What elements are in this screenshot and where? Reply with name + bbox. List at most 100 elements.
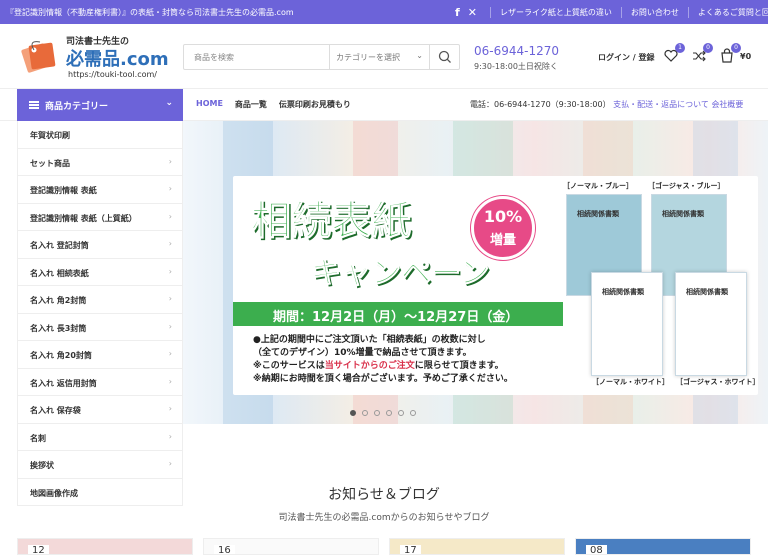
chevron-right-icon: › (168, 431, 172, 441)
banner-line3-b: に限らせて頂きます。 (414, 361, 504, 371)
sidebar-item[interactable]: 名入れ 長3封筒 › (18, 314, 182, 341)
nav-products[interactable]: 商品一覧 (235, 99, 267, 110)
news-card-date: 08 (586, 545, 607, 554)
sidebar-item[interactable]: 登記識別情報 表紙 › (18, 176, 182, 204)
news-card[interactable]: 12 (17, 538, 193, 555)
banner-line3: ※このサービスは当サイトからのご注文に限らせて頂きます。 (253, 358, 504, 371)
sidebar-item[interactable]: 名入れ 角20封筒 › (18, 341, 182, 369)
sidebar-item-label: 名入れ 登記封筒 (30, 241, 89, 250)
campaign-period: 期間：12月2日（月）～12月27日（金） (233, 302, 563, 326)
sidebar-item-label: 名入れ 長3封筒 (30, 323, 87, 333)
doc-gorgeous-white: 相続関係書類 ［ゴージャス・ホワイト］ (675, 272, 760, 386)
sidebar-item-label: セット商品 (30, 158, 70, 168)
wishlist-count: 1 (675, 43, 685, 53)
news-subtitle: 司法書士先生の必需品.comからのお知らせやブログ (278, 513, 490, 523)
top-link-contact[interactable]: お問い合わせ (620, 6, 688, 18)
news-card[interactable]: 08 (575, 538, 751, 555)
top-link-faq[interactable]: よくあるご質問と回答 (687, 6, 768, 18)
doc-label: ［ゴージャス・ブルー］ (648, 182, 725, 190)
slider-dot[interactable] (398, 410, 404, 416)
sidebar-item[interactable]: 名入れ 相続表紙 › (18, 259, 182, 286)
category-select-label: カテゴリーを選択 (336, 53, 400, 62)
compare-count: 0 (703, 43, 713, 53)
badge-word: 増量 (489, 233, 516, 248)
sidebar-item[interactable]: 登記識別情報 表紙（上質紙） › (18, 204, 182, 231)
doc-normal-white: 相続関係書類 ［ノーマル・ホワイト］ (591, 272, 669, 386)
nav-home[interactable]: HOME (196, 99, 223, 110)
sidebar-item[interactable]: 名刺 › (18, 424, 182, 451)
chevron-right-icon: › (168, 239, 172, 248)
category-menu-label: 商品カテゴリー (45, 102, 109, 112)
nav-link-company[interactable]: 会社概要 (711, 100, 743, 109)
hamburger-icon (29, 101, 39, 109)
header-phone[interactable]: 06-6944-1270 (474, 44, 559, 58)
chevron-right-icon: › (168, 266, 172, 276)
slider-dot[interactable] (374, 410, 380, 416)
slider-dot[interactable] (362, 410, 368, 416)
sidebar-item[interactable]: 名入れ 角2封筒 › (18, 286, 182, 314)
search-input[interactable]: 商品を検索 (194, 52, 234, 63)
sidebar-item[interactable]: 名入れ 登記封筒 › (18, 231, 182, 259)
search-button[interactable] (429, 45, 459, 69)
banner-title: 相続表紙 (251, 198, 412, 245)
slider-dot[interactable] (410, 410, 416, 416)
banner-line4: ※納期にお時間を頂く場合がございます。予めご了承ください。 (253, 374, 513, 384)
top-bar-text: 『登記識別情報（不動産権利書）』の表紙・封筒なら司法書士先生の必需品.com (6, 8, 294, 17)
cart-button[interactable]: 0 (719, 43, 741, 64)
cart-total[interactable]: ¥0 (740, 52, 751, 61)
category-select[interactable]: カテゴリーを選択 ⌄ (329, 45, 429, 69)
header-hours: 9:30-18:00土日祝除く (474, 62, 558, 71)
news-title: お知らせ＆ブログ (328, 487, 440, 503)
banner-line1: ●上記の期間中にご注文頂いた「相続表紙」の枚数に対し (253, 335, 486, 345)
site-logo[interactable]: 司法書士先生の 必需品.com https://touki-tool.com/ (18, 32, 178, 82)
social-links: f ✕ (455, 6, 485, 19)
sidebar-item-label: 名入れ 角20封筒 (30, 351, 92, 360)
chevron-right-icon: › (168, 349, 172, 358)
nav-link-shipping[interactable]: 支払・配送・返品について (613, 100, 709, 109)
login-link[interactable]: ログイン / 登録 (598, 52, 655, 63)
sidebar-item[interactable]: 年賀状印刷 (18, 121, 182, 149)
slider-dot[interactable] (350, 410, 356, 416)
chevron-right-icon: › (168, 404, 172, 413)
chevron-right-icon: › (168, 294, 172, 303)
sidebar-item-label: 名入れ 返信用封筒 (30, 378, 97, 388)
chevron-right-icon: › (168, 156, 172, 166)
chevron-down-icon: ⌄ (165, 98, 173, 108)
tag-icon (21, 41, 56, 73)
wishlist-button[interactable]: 1 (663, 43, 685, 64)
compare-button[interactable]: 0 (691, 43, 713, 64)
chevron-right-icon: › (168, 321, 172, 331)
doc-title: 相続関係書類 (662, 210, 704, 218)
x-icon[interactable]: ✕ (468, 6, 477, 19)
sidebar-item[interactable]: セット商品 › (18, 149, 182, 176)
top-link-leather[interactable]: レザーライク紙と上質紙の違い (490, 6, 621, 18)
banner-line3-red: 当サイトからのご注文 (324, 361, 415, 371)
doc-title: 相続関係書類 (602, 288, 644, 296)
nav-phone: 電話：06-6944-1270（9:30-18:00） (470, 100, 611, 109)
sidebar-item[interactable]: 名入れ 返信用封筒 › (18, 369, 182, 396)
top-links: レザーライク紙と上質紙の違い お問い合わせ よくあるご質問と回答 (490, 0, 768, 24)
sidebar-item[interactable]: 名入れ 保存袋 › (18, 396, 182, 424)
category-menu-button[interactable]: 商品カテゴリー ⌄ (17, 89, 183, 121)
sidebar-item-label: 名刺 (30, 433, 46, 443)
sidebar-item-label: 挨拶状 (30, 461, 54, 470)
news-card-date: 16 (214, 545, 235, 554)
banner-line2: （全てのデザイン）10%増量で納品させて頂きます。 (253, 348, 472, 358)
sidebar-item-label: 名入れ 角2封筒 (30, 296, 87, 305)
banner-subtitle: キャンペーン (311, 256, 490, 292)
doc-label: ［ノーマル・ホワイト］ (592, 378, 669, 386)
nav-estimate[interactable]: 伝票印刷お見積もり (279, 99, 351, 110)
campaign-banner[interactable]: 相続表紙 10% 増量 キャンペーン 期間：12月2日（月）～12月27日（金）… (233, 176, 760, 395)
chevron-right-icon: › (168, 184, 172, 193)
chevron-down-icon: ⌄ (416, 51, 423, 60)
news-card[interactable]: 16 (203, 538, 379, 555)
main-nav: HOME 商品一覧 伝票印刷お見積もり (196, 99, 351, 110)
news-card[interactable]: 17 (389, 538, 565, 555)
nav-right: 電話：06-6944-1270（9:30-18:00） 支払・配送・返品について… (470, 99, 743, 110)
slider-dot[interactable] (386, 410, 392, 416)
top-bar: 『登記識別情報（不動産権利書）』の表紙・封筒なら司法書士先生の必需品.com f… (0, 0, 768, 24)
news-card-date: 12 (28, 545, 49, 554)
facebook-icon[interactable]: f (455, 6, 460, 19)
sidebar-item[interactable]: 挨拶状 › (18, 451, 182, 479)
doc-title: 相続関係書類 (686, 288, 728, 296)
